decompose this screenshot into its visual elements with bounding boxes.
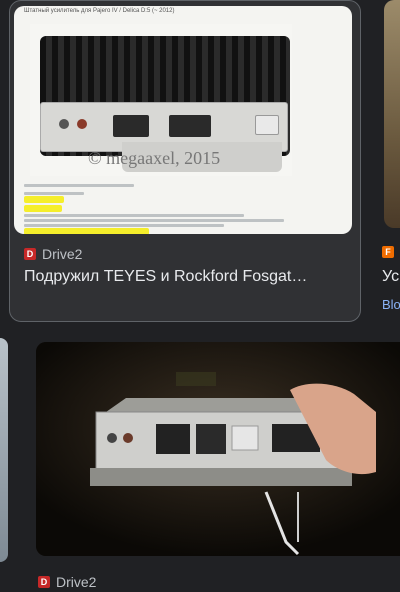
image-watermark: © megaaxel, 2015 xyxy=(88,148,221,168)
result-source[interactable]: D Drive2 xyxy=(24,246,82,262)
source-name: Drive2 xyxy=(42,246,83,262)
result-thumbnail-amplifier-hand[interactable] xyxy=(36,342,400,556)
amplifier-in-hand-photo xyxy=(36,342,400,556)
drive2-favicon-icon: D xyxy=(24,248,36,260)
result-title[interactable]: Подружил TEYES и Rockford Fosgat… xyxy=(24,268,350,286)
result-source-partial[interactable]: F xyxy=(382,246,394,258)
result-thumbnail-partial-left[interactable] xyxy=(0,338,8,562)
result-thumbnail-partial[interactable] xyxy=(384,0,400,228)
result-link-partial[interactable]: Blo xyxy=(382,297,400,312)
favicon-icon: F xyxy=(382,246,394,258)
result-title-partial[interactable]: Ус xyxy=(382,268,399,286)
result-source[interactable]: D Drive2 xyxy=(38,574,96,590)
result-thumbnail-amplifier-document[interactable]: Штатный усилитель для Pajero IV / Delica… xyxy=(14,6,352,234)
image-header-text: Штатный усилитель для Pajero IV / Delica… xyxy=(24,8,175,14)
source-name: Drive2 xyxy=(56,574,97,590)
amplifier-photo: © megaaxel, 2015 xyxy=(30,24,292,176)
drive2-favicon-icon: D xyxy=(38,576,50,588)
